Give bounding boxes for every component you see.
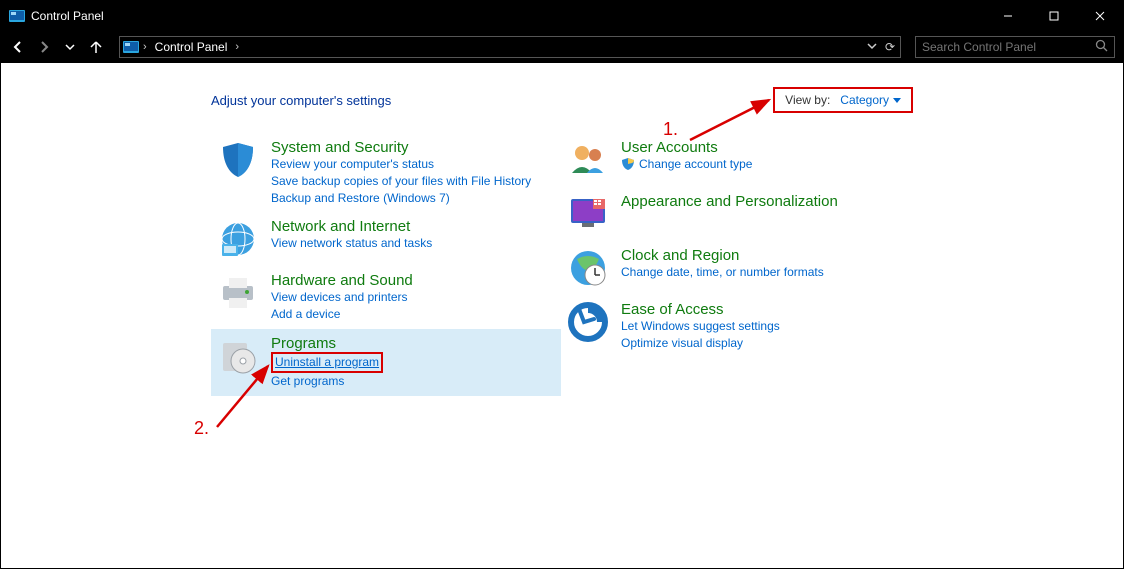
shield-icon — [217, 139, 259, 181]
window-title: Control Panel — [31, 9, 104, 23]
category-title[interactable]: System and Security — [271, 139, 531, 156]
category-link[interactable]: Save backup copies of your files with Fi… — [271, 173, 531, 190]
category-link[interactable]: Change account type — [639, 156, 752, 173]
view-by-value[interactable]: Category — [840, 93, 901, 107]
category-system-security: System and Security Review your computer… — [211, 133, 561, 212]
category-link[interactable]: View devices and printers — [271, 289, 413, 306]
refresh-button[interactable]: ⟳ — [885, 40, 897, 54]
search-box[interactable] — [915, 36, 1115, 58]
category-title[interactable]: Network and Internet — [271, 218, 432, 235]
globe-icon — [217, 218, 259, 260]
view-by-selector[interactable]: View by: Category — [773, 87, 913, 113]
nav-bar: › Control Panel › ⟳ — [1, 31, 1123, 63]
category-programs: Programs Uninstall a program Get program… — [211, 329, 561, 396]
category-title[interactable]: Appearance and Personalization — [621, 193, 838, 210]
category-link[interactable]: Add a device — [271, 306, 413, 323]
disc-box-icon — [217, 335, 259, 377]
ease-of-access-icon — [567, 301, 609, 343]
close-button[interactable] — [1077, 1, 1123, 31]
up-button[interactable] — [87, 38, 105, 56]
category-title[interactable]: Clock and Region — [621, 247, 824, 264]
title-bar: Control Panel — [1, 1, 1123, 31]
category-user-accounts: User Accounts Change account type — [561, 133, 891, 187]
back-button[interactable] — [9, 38, 27, 56]
category-link[interactable]: Review your computer's status — [271, 156, 531, 173]
breadcrumb-separator[interactable]: › — [235, 41, 239, 53]
category-link[interactable]: Backup and Restore (Windows 7) — [271, 190, 531, 207]
view-by-label: View by: — [785, 93, 830, 107]
maximize-button[interactable] — [1031, 1, 1077, 31]
annotation-label-2: 2. — [194, 418, 209, 439]
uninstall-program-link[interactable]: Uninstall a program — [271, 352, 383, 373]
monitor-icon — [567, 193, 609, 235]
forward-button[interactable] — [35, 38, 53, 56]
category-network: Network and Internet View network status… — [211, 212, 561, 266]
category-title[interactable]: Hardware and Sound — [271, 272, 413, 289]
category-title[interactable]: Ease of Access — [621, 301, 780, 318]
control-panel-icon — [9, 8, 25, 24]
category-link[interactable]: Change date, time, or number formats — [621, 264, 824, 281]
address-dropdown-icon[interactable] — [867, 40, 877, 54]
category-link[interactable]: Get programs — [271, 373, 383, 390]
recent-locations-button[interactable] — [61, 38, 79, 56]
clock-globe-icon — [567, 247, 609, 289]
page-heading: Adjust your computer's settings — [211, 93, 391, 108]
category-title[interactable]: Programs — [271, 335, 383, 352]
category-ease-of-access: Ease of Access Let Windows suggest setti… — [561, 295, 891, 358]
people-icon — [567, 139, 609, 181]
category-clock-region: Clock and Region Change date, time, or n… — [561, 241, 891, 295]
category-title[interactable]: User Accounts — [621, 139, 752, 156]
category-appearance: Appearance and Personalization — [561, 187, 891, 241]
content-area: Adjust your computer's settings View by:… — [1, 63, 1123, 568]
breadcrumb-separator[interactable]: › — [143, 41, 147, 53]
breadcrumb[interactable]: Control Panel — [151, 40, 232, 54]
category-link[interactable]: View network status and tasks — [271, 235, 432, 252]
search-input[interactable] — [922, 40, 1095, 54]
search-icon — [1095, 39, 1108, 55]
category-link[interactable]: Let Windows suggest settings — [621, 318, 780, 335]
chevron-down-icon — [893, 98, 901, 103]
printer-icon — [217, 272, 259, 314]
minimize-button[interactable] — [985, 1, 1031, 31]
uac-shield-icon — [621, 157, 635, 171]
address-bar[interactable]: › Control Panel › ⟳ — [119, 36, 901, 58]
category-link[interactable]: Optimize visual display — [621, 335, 780, 352]
category-hardware: Hardware and Sound View devices and prin… — [211, 266, 561, 329]
control-panel-icon — [123, 39, 139, 55]
